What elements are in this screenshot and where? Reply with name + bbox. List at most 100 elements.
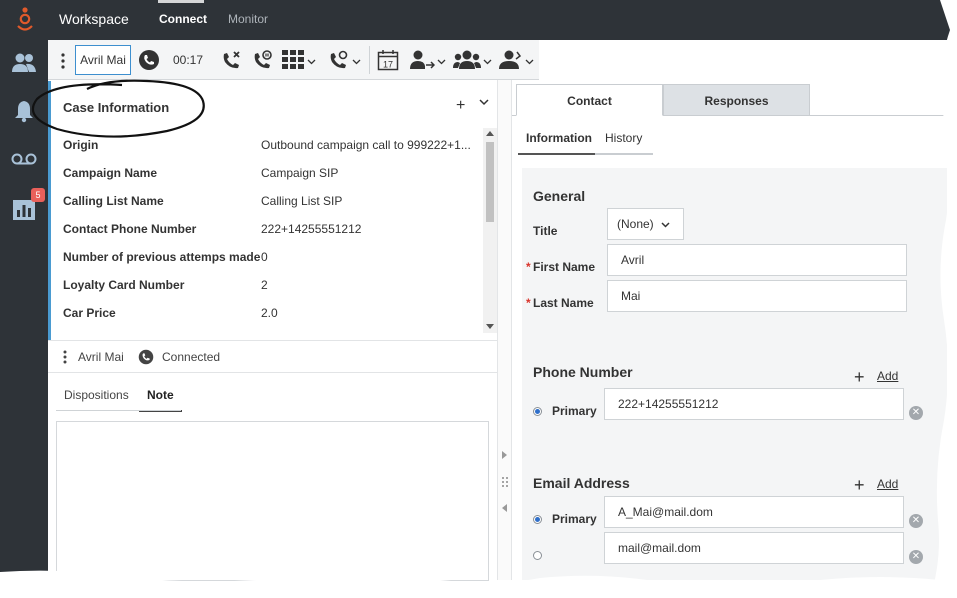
phone-primary-radio[interactable]	[533, 407, 542, 416]
case-field-value: Outbound campaign call to 999222+1...	[261, 138, 471, 152]
case-field-label: Contact Phone Number	[63, 222, 197, 236]
svg-text:17: 17	[383, 60, 393, 70]
case-field-label: Calling List Name	[63, 194, 164, 208]
tab-contact[interactable]: Contact	[516, 84, 663, 116]
add-case-data-button[interactable]: +	[456, 97, 465, 115]
case-information-title: Case Information	[63, 100, 170, 115]
party-state: Connected	[162, 350, 221, 364]
clear-phone-icon[interactable]: ✕	[909, 406, 923, 420]
instant-transfer-icon	[498, 50, 521, 69]
keypad-icon	[282, 50, 304, 69]
case-field-label: Number of previous attemps made	[63, 250, 261, 264]
chevron-down-icon	[307, 59, 316, 65]
party-status-row: Avril Mai Connected	[48, 340, 497, 373]
first-name-label-text: First Name	[533, 260, 596, 274]
nav-tab-connect[interactable]: Connect	[159, 12, 207, 26]
email-primary-radio[interactable]	[533, 515, 542, 524]
case-field-label: Campaign Name	[63, 166, 158, 180]
contact-form: General Title (None) * First Name Avril …	[522, 168, 947, 580]
keypad-button[interactable]	[280, 40, 318, 80]
party-actions-icon[interactable]	[62, 350, 68, 364]
add-email-link[interactable]: Add	[877, 477, 898, 491]
expand-right-arrow-icon[interactable]	[502, 451, 507, 459]
hold-call-button[interactable]	[249, 40, 275, 80]
nav-tab-monitor[interactable]: Monitor	[228, 12, 268, 26]
scroll-down-arrow-icon[interactable]	[486, 324, 494, 329]
genesys-logo-icon	[17, 7, 33, 31]
party-name: Avril Mai	[78, 350, 124, 364]
call-timer: 00:17	[173, 53, 204, 67]
add-phone-plus-icon[interactable]: +	[854, 368, 865, 386]
scroll-up-arrow-icon[interactable]	[486, 131, 494, 136]
statistics-icon	[13, 200, 35, 220]
conference-icon	[452, 50, 481, 69]
case-field-value: Calling List SIP	[261, 194, 343, 208]
add-phone-link[interactable]: Add	[877, 369, 898, 383]
last-name-field[interactable]: Mai	[607, 280, 907, 312]
required-marker: *	[526, 296, 531, 310]
phone-primary-label: Primary	[552, 404, 597, 418]
end-call-icon	[223, 51, 240, 69]
phone-section-title: Phone Number	[533, 364, 633, 380]
email-primary-label: Primary	[552, 512, 597, 526]
notification-badge: 5	[31, 188, 45, 202]
transfer-icon	[409, 50, 435, 69]
email-secondary-field[interactable]: mail@mail.dom	[604, 532, 904, 564]
sidebar-item-voicemail[interactable]	[10, 145, 38, 173]
tab-history[interactable]: History	[598, 131, 649, 155]
schedule-callback-button[interactable]: 17	[375, 40, 401, 80]
consult-call-button[interactable]	[325, 40, 363, 80]
expand-left-arrow-icon[interactable]	[502, 504, 507, 512]
app-title: Workspace	[59, 11, 129, 27]
chevron-down-icon	[661, 222, 670, 228]
top-bar: Workspace Connect Monitor	[0, 0, 957, 40]
note-textarea[interactable]	[56, 421, 489, 581]
add-email-plus-icon[interactable]: +	[854, 476, 865, 494]
case-field-value: 222+14255551212	[261, 222, 362, 236]
chevron-down-icon	[483, 59, 491, 65]
last-name-label: * Last Name	[526, 296, 594, 310]
first-name-label: * First Name	[526, 260, 596, 274]
title-select-value: (None)	[617, 217, 654, 231]
clear-email-icon[interactable]: ✕	[909, 514, 923, 528]
clear-email-icon[interactable]: ✕	[909, 550, 923, 564]
collapse-chevron-icon[interactable]	[479, 99, 489, 106]
tab-responses[interactable]: Responses	[663, 84, 810, 116]
voicemail-icon	[11, 153, 37, 165]
phone-icon	[138, 349, 154, 365]
case-field-value: Campaign SIP	[261, 166, 339, 180]
case-field-value: 2.0	[261, 306, 278, 320]
required-marker: *	[526, 260, 531, 274]
drag-handle-icon[interactable]	[501, 476, 509, 488]
toolbar-divider	[369, 46, 370, 74]
hold-call-icon	[254, 50, 272, 69]
case-field-label: Origin	[63, 138, 99, 152]
email-secondary-radio[interactable]	[533, 551, 542, 560]
case-scrollbar[interactable]	[483, 128, 497, 333]
chevron-down-icon	[352, 59, 361, 65]
case-field-label: Car Price	[63, 306, 116, 320]
title-label: Title	[533, 224, 558, 238]
tab-dispositions[interactable]: Dispositions	[56, 388, 137, 412]
first-name-field[interactable]: Avril	[607, 244, 907, 276]
case-field-value: 0	[261, 250, 268, 264]
instant-transfer-button[interactable]	[495, 40, 535, 80]
chevron-down-icon	[525, 59, 533, 65]
tab-note[interactable]: Note	[139, 388, 182, 412]
schedule-callback-icon: 17	[377, 50, 399, 71]
panel-splitter[interactable]	[497, 80, 512, 580]
case-field-value: 2	[261, 278, 268, 292]
scrollbar-thumb[interactable]	[486, 142, 494, 222]
email-primary-field[interactable]: A_Mai@mail.dom	[604, 496, 904, 528]
conference-button[interactable]	[451, 40, 493, 80]
transfer-button[interactable]	[407, 40, 447, 80]
active-nav-indicator	[158, 0, 204, 3]
title-select[interactable]: (None)	[607, 208, 684, 240]
tab-information[interactable]: Information	[519, 131, 599, 155]
phone-number-field[interactable]: 222+14255551212	[604, 388, 904, 420]
general-section-title: General	[533, 188, 586, 204]
chevron-down-icon	[437, 59, 445, 65]
end-call-button[interactable]	[218, 40, 244, 80]
last-name-label-text: Last Name	[533, 296, 594, 310]
case-information-panel: Case Information + Origin Outbound campa…	[31, 79, 497, 340]
